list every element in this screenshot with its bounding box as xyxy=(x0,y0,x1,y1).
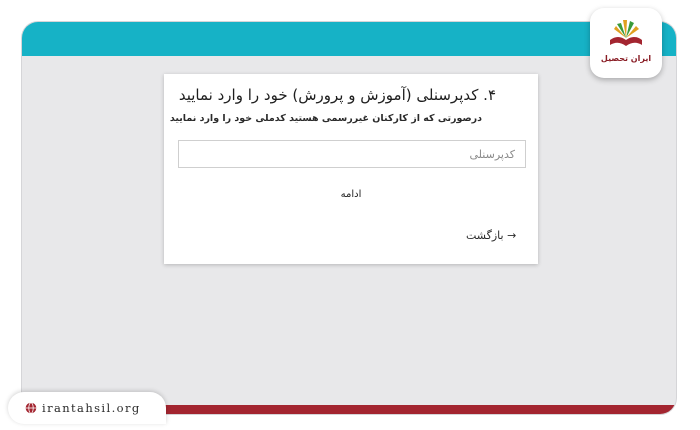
back-link[interactable]: بازگشت → xyxy=(466,229,520,242)
globe-icon xyxy=(25,402,37,414)
form-card: ۴. کدپرسنلی (آموزش و پرورش) خود را وارد … xyxy=(164,74,538,264)
book-logo-icon xyxy=(610,20,642,46)
top-color-band xyxy=(22,22,676,56)
card-subtitle: درصورتی که از کارکنان غیررسمی هستید کدمل… xyxy=(169,113,482,124)
continue-button[interactable]: ادامه xyxy=(324,185,378,203)
logo-text: ایران تحصیل xyxy=(600,54,652,63)
arrow-right-icon: → xyxy=(507,229,517,242)
back-link-label: بازگشت xyxy=(466,229,504,242)
screenshot-area: ۴. کدپرسنلی (آموزش و پرورش) خود را وارد … xyxy=(22,22,676,414)
website-url-pill: irantahsil.org xyxy=(8,392,166,424)
personnel-code-input[interactable] xyxy=(178,140,526,168)
slide-frame: ۴. کدپرسنلی (آموزش و پرورش) خود را وارد … xyxy=(0,0,700,430)
card-title: ۴. کدپرسنلی (آموزش و پرورش) خود را وارد … xyxy=(178,86,496,104)
website-url: irantahsil.org xyxy=(42,401,141,415)
brand-logo-badge: ایران تحصیل xyxy=(590,8,662,78)
